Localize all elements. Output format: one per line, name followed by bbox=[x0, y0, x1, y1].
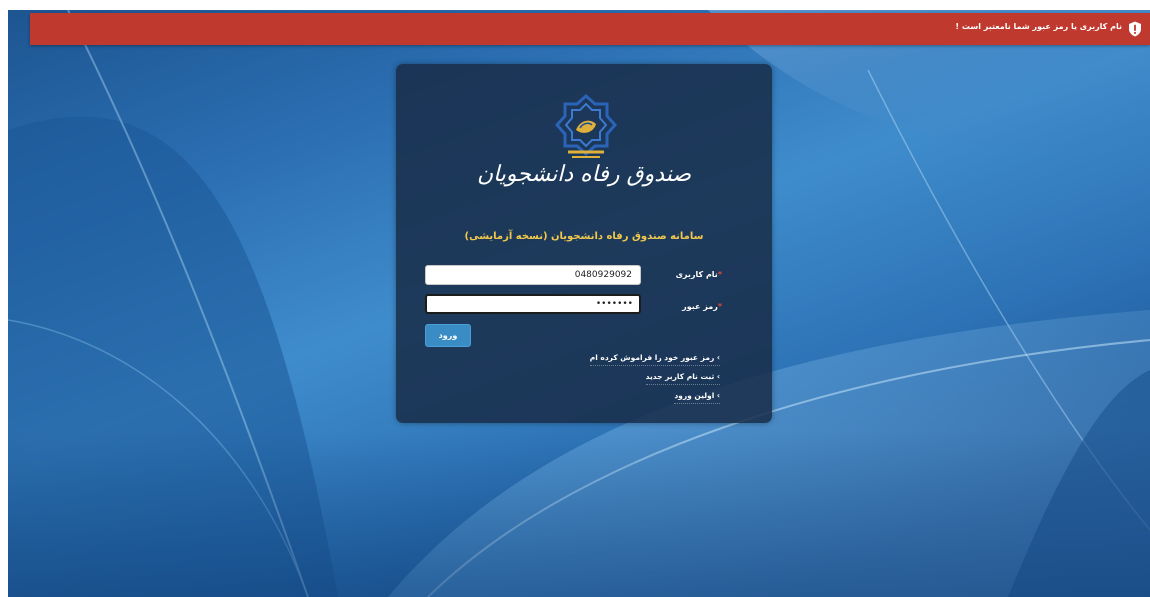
username-label: *نام کاربری bbox=[676, 270, 722, 279]
desktop-screen: نام کاربری یا رمز عبور شما نامعتبر است !… bbox=[8, 10, 1150, 597]
forgot-password-link[interactable]: › رمز عبور خود را فراموش کرده ام bbox=[589, 353, 720, 366]
required-marker: * bbox=[717, 270, 722, 279]
username-input[interactable]: 0480929092 bbox=[425, 265, 641, 285]
username-label-text: نام کاربری bbox=[675, 270, 718, 279]
chevron-left-icon: › bbox=[716, 372, 720, 381]
shield-exclamation-icon bbox=[1129, 21, 1141, 37]
required-marker: * bbox=[717, 302, 722, 311]
chevron-left-icon: › bbox=[716, 391, 720, 400]
welfare-fund-emblem-icon bbox=[554, 94, 618, 158]
login-panel: صندوق رفاه دانشجویان سامانه صندوق رفاه د… bbox=[396, 64, 772, 423]
system-title: سامانه صندوق رفاه دانشجویان (نسخه آزمایش… bbox=[464, 231, 704, 242]
brand-logo-text: صندوق رفاه دانشجویان bbox=[476, 162, 692, 187]
first-login-link[interactable]: › اولین ورود bbox=[674, 391, 720, 404]
chevron-left-icon: › bbox=[716, 353, 720, 362]
error-message-text: نام کاربری یا رمز عبور شما نامعتبر است ! bbox=[955, 22, 1122, 31]
password-label: *رمز عبور bbox=[682, 302, 722, 311]
first-login-link-text: اولین ورود bbox=[674, 391, 715, 400]
password-label-text: رمز عبور bbox=[682, 302, 718, 311]
forgot-password-link-text: رمز عبور خود را فراموش کرده ام bbox=[589, 353, 715, 362]
register-link[interactable]: › ثبت نام کاربر جدید bbox=[645, 372, 720, 385]
error-alert-bar: نام کاربری یا رمز عبور شما نامعتبر است ! bbox=[30, 13, 1150, 45]
login-button[interactable]: ورود bbox=[425, 324, 471, 347]
register-link-text: ثبت نام کاربر جدید bbox=[645, 372, 715, 381]
password-input[interactable]: ••••••• bbox=[425, 294, 641, 314]
